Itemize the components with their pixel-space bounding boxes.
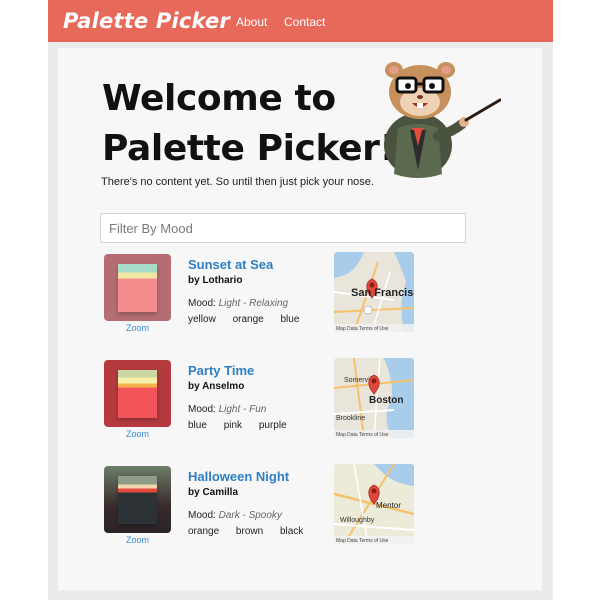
palette-swatch [118,476,157,524]
mood-label: Mood: [188,404,216,415]
map-city-label: Boston [369,395,403,406]
mood-value: Light - Fun [218,404,267,415]
palette-name[interactable]: Sunset at Sea [188,257,273,272]
page-title-line1: Welcome to [102,78,336,119]
nav-link-about[interactable]: About [236,15,267,29]
zoom-link[interactable]: Zoom [104,429,171,439]
color-tag: blue [280,314,300,325]
map-footer: Map Data Terms of Use [336,326,389,332]
page: Palette Picker About Contact Welcome to … [0,0,600,600]
palette-swatch [118,264,157,312]
color-tag: purple [258,420,287,431]
color-tag: yellow [188,314,216,325]
color-tag: orange [232,314,264,325]
mood-label: Mood: [188,298,216,309]
location-map[interactable]: San Francisco Map Data Terms of Use [334,252,414,332]
location-map[interactable]: Somerville Brookline Boston Map Data Ter… [334,358,414,438]
palette-swatch [118,370,157,418]
palette-name[interactable]: Party Time [188,363,254,378]
color-tag: brown [235,526,264,537]
color-tag: blue [188,420,207,431]
palette-thumbnail[interactable] [104,360,171,427]
svg-text:Willoughby: Willoughby [340,517,375,524]
palette-mood: Mood: Dark - Spooky [188,510,282,521]
mood-label: Mood: [188,510,216,521]
color-tag: black [279,526,304,537]
palette-colors: yellow orange blue [188,314,313,325]
palette-item: Zoom Halloween Night by Camilla Mood: Da… [104,464,544,566]
palette-author: by Anselmo [188,381,245,392]
palette-item: Zoom Party Time by Anselmo Mood: Light -… [104,358,544,460]
color-tag: pink [223,420,243,431]
mood-value: Light - Relaxing [218,298,289,309]
main-area: Welcome to Palette Picker! There's no co… [48,42,553,600]
zoom-link[interactable]: Zoom [104,535,171,545]
nav-link-contact[interactable]: Contact [284,15,325,29]
hamster-mascot-image [384,62,501,178]
map-footer: Map Data Terms of Use [336,538,389,544]
location-map[interactable]: Mentor Willoughby Map Data Terms of Use [334,464,414,544]
page-subtitle: There's no content yet. So until then ju… [101,176,374,188]
brand-logo[interactable]: Palette Picker [63,9,230,33]
palette-author: by Lothario [188,275,243,286]
palette-mood: Mood: Light - Fun [188,404,266,415]
palette-mood: Mood: Light - Relaxing [188,298,288,309]
content-card: Welcome to Palette Picker! There's no co… [58,48,542,590]
filter-mood-input[interactable] [100,213,466,243]
palette-colors: orange brown black [188,526,317,537]
map-city-label: San Francisco [351,287,414,299]
navbar: Palette Picker About Contact [48,0,553,42]
palette-item: Zoom Sunset at Sea by Lothario Mood: Lig… [104,252,544,354]
palette-colors: blue pink purple [188,420,301,431]
zoom-link[interactable]: Zoom [104,323,171,333]
map-footer: Map Data Terms of Use [336,432,389,438]
svg-text:Brookline: Brookline [336,415,365,422]
palette-author: by Camilla [188,487,239,498]
mood-value: Dark - Spooky [218,510,282,521]
map-city-label: Mentor [376,501,401,510]
palette-name[interactable]: Halloween Night [188,469,289,484]
page-title-line2: Palette Picker! [102,128,396,169]
palette-thumbnail[interactable] [104,254,171,321]
color-tag: orange [188,526,220,537]
palette-thumbnail[interactable] [104,466,171,533]
